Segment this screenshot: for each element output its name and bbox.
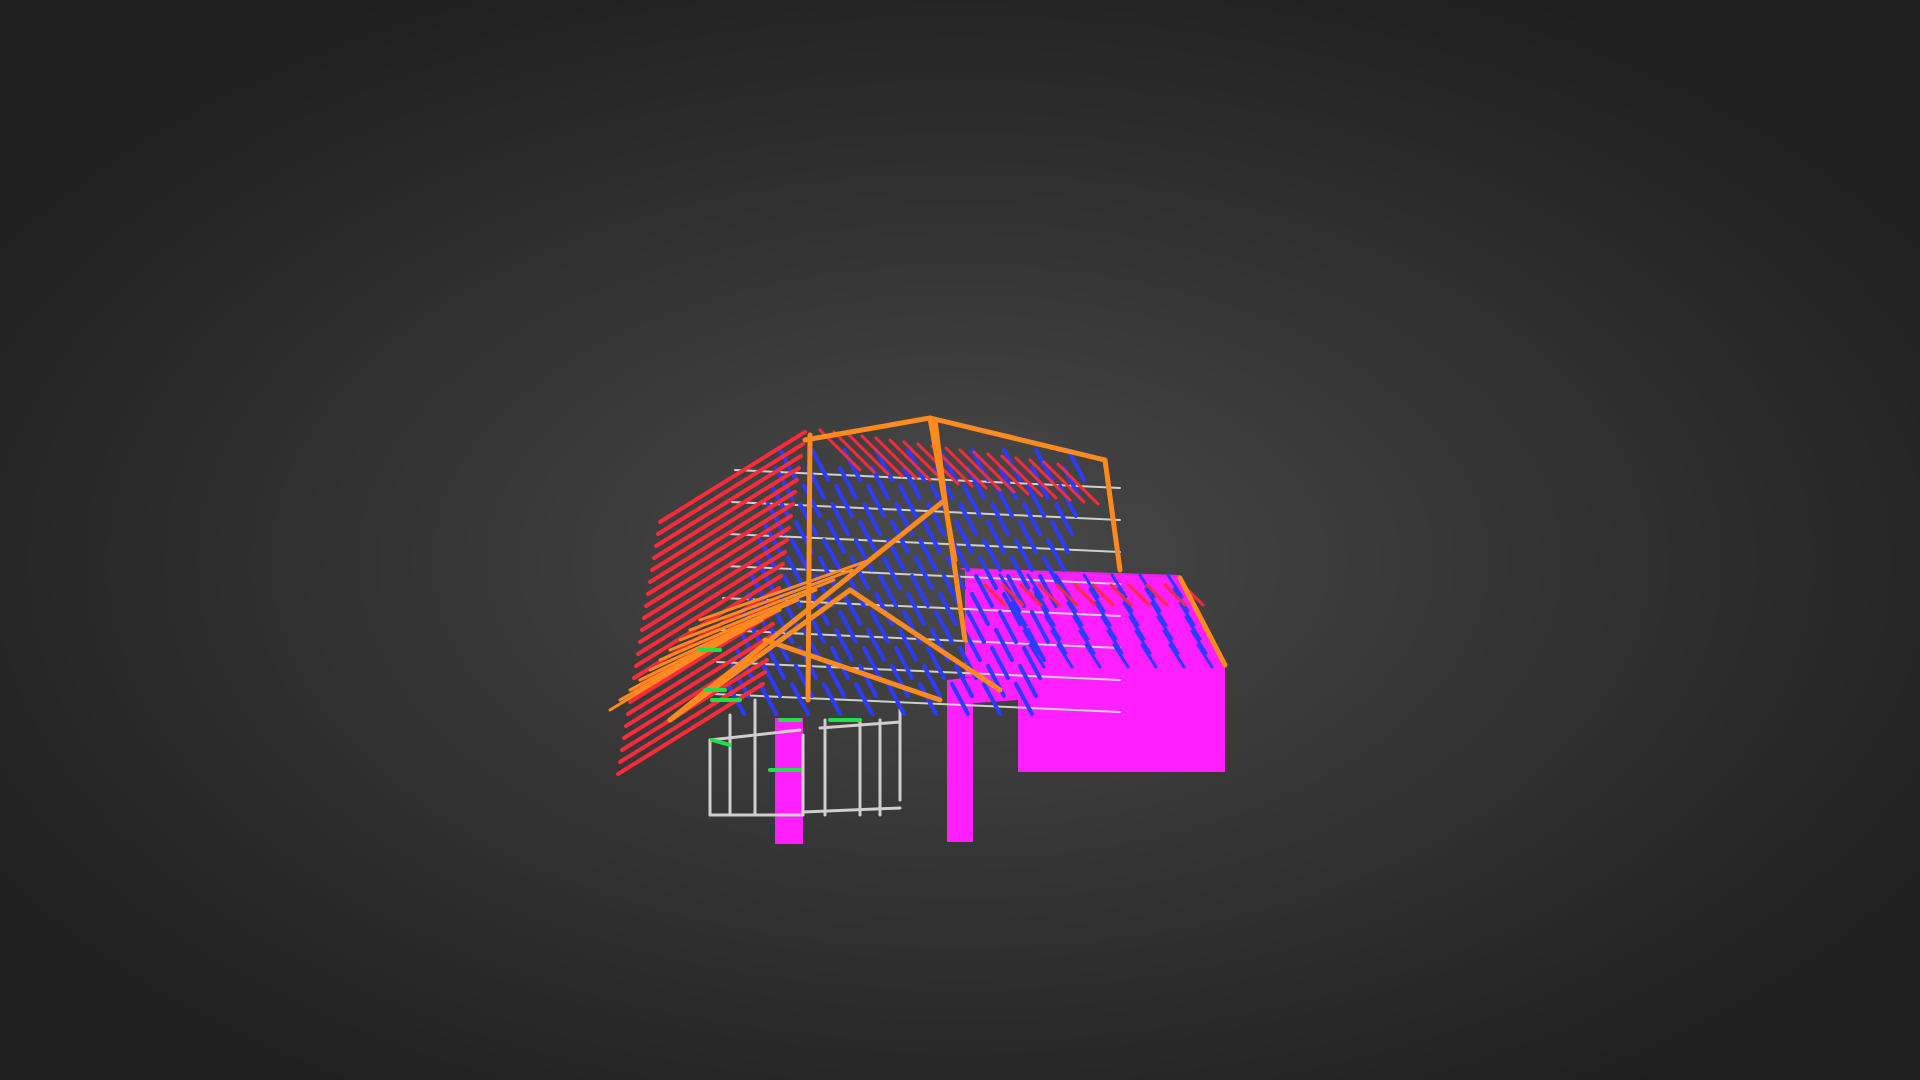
web-4-9 xyxy=(1050,520,1070,554)
web-7-5 xyxy=(910,574,930,608)
web-4-6 xyxy=(954,520,974,554)
web-3-8 xyxy=(1022,502,1042,536)
web-5-7 xyxy=(982,538,1002,572)
web-13-1 xyxy=(758,682,778,716)
web-0-1 xyxy=(810,448,830,482)
web-4-7 xyxy=(986,520,1006,554)
web-2-4 xyxy=(898,484,918,518)
web-5-1 xyxy=(790,538,810,572)
web-5-2 xyxy=(822,538,842,572)
3d-viewport[interactable] xyxy=(0,0,1920,1080)
web-3-6 xyxy=(958,502,978,536)
web-2-3 xyxy=(866,484,886,518)
web-9-3 xyxy=(838,610,858,644)
web-3-9 xyxy=(1054,502,1074,536)
web-12-4 xyxy=(858,664,878,698)
web-13-4 xyxy=(854,682,874,716)
web-5-9 xyxy=(1046,538,1066,572)
brace-1 xyxy=(710,738,732,747)
web-7-4 xyxy=(878,574,898,608)
web-2-6 xyxy=(962,484,982,518)
web-11-5 xyxy=(894,646,914,680)
front-post-left xyxy=(775,718,803,844)
web-12-1 xyxy=(762,664,782,698)
web-6-5 xyxy=(914,556,934,590)
web-4-5 xyxy=(922,520,942,554)
web-11-1 xyxy=(766,646,786,680)
hip-chord-0 xyxy=(927,415,1108,463)
web-8-3 xyxy=(842,592,862,626)
hip-chord-7 xyxy=(1102,457,1123,573)
web-9-6 xyxy=(934,610,954,644)
web-1-2 xyxy=(838,466,858,500)
web-10-4 xyxy=(866,628,886,662)
web-4-2 xyxy=(826,520,846,554)
hip-chord-6 xyxy=(805,432,813,703)
web-3-2 xyxy=(830,502,850,536)
web-12-3 xyxy=(826,664,846,698)
web-4-3 xyxy=(858,520,878,554)
hip-chord-1 xyxy=(802,415,933,443)
web-3-7 xyxy=(990,502,1010,536)
wall-stud-9 xyxy=(801,806,902,814)
web-5-5 xyxy=(918,538,938,572)
roof-truss-model[interactable] xyxy=(0,0,1920,1080)
web-12-6 xyxy=(922,664,942,698)
web-5-8 xyxy=(1014,538,1034,572)
web-10-3 xyxy=(834,628,854,662)
web-2-2 xyxy=(834,484,854,518)
web-8-5 xyxy=(906,592,926,626)
